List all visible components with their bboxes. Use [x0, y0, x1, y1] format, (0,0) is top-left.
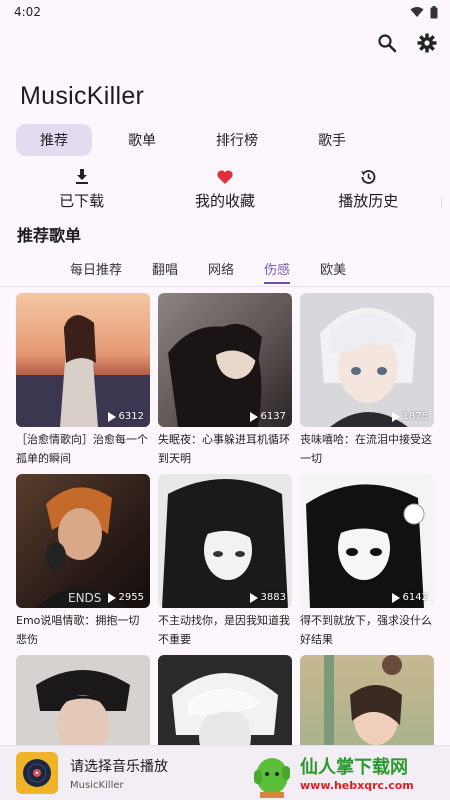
playlist-card[interactable]: 6312 ［治愈情歌向］治愈每一个孤单的瞬间 [16, 293, 150, 468]
playlist-title: 失眠夜：心事躲进耳机循环到天明 [158, 433, 290, 465]
playlist-title: 丧味嘻哈：在流泪中接受这一切 [300, 433, 432, 465]
vinyl-icon [23, 759, 51, 787]
album-art [16, 752, 58, 794]
divider [441, 198, 442, 208]
playlist-card[interactable]: 6142 得不到就放下，强求没什么好结果 [300, 474, 434, 649]
gear-icon[interactable] [414, 30, 440, 56]
category-network[interactable]: 网络 [193, 254, 249, 282]
quick-actions: 已下载 我的收藏 播放历史 [0, 168, 450, 211]
status-bar: 4:02 [0, 0, 450, 24]
play-icon [107, 592, 116, 603]
cactus-icon [254, 757, 290, 798]
play-icon [107, 411, 116, 422]
playlist-grid: 6312 ［治愈情歌向］治愈每一个孤单的瞬间 6137 失眠夜：心事躲进耳机循环… [16, 293, 436, 745]
play-count: 6137 [249, 411, 286, 422]
play-count: 1875 [391, 411, 428, 422]
playlist-cover: 1875 [300, 293, 434, 427]
player-subtitle: MusicKiller [70, 779, 124, 791]
main-tabs: 推荐 歌单 排行榜 歌手 [16, 124, 382, 156]
play-count: 6142 [391, 592, 428, 603]
watermark-name: 仙人掌下载网 [300, 757, 408, 778]
tab-playlists[interactable]: 歌单 [104, 124, 180, 156]
downloaded-label: 已下载 [59, 192, 105, 210]
play-count: 2955 [107, 592, 144, 603]
watermark: 仙人掌下载网 www.hebxqrc.com [250, 745, 450, 800]
play-icon [391, 592, 400, 603]
top-actions [374, 30, 440, 56]
battery-icon [430, 5, 438, 18]
play-icon [249, 411, 258, 422]
svg-text:ENDS: ENDS [68, 591, 101, 605]
playlist-cover: 3883 [158, 474, 292, 608]
play-count: 3883 [249, 592, 286, 603]
play-count: 6312 [107, 411, 144, 422]
playlist-cover: 6137 [158, 293, 292, 427]
playlist-card[interactable] [16, 655, 150, 745]
watermark-url: www.hebxqrc.com [300, 779, 414, 792]
history-label: 播放历史 [338, 192, 399, 210]
playlist-title: 得不到就放下，强求没什么好结果 [300, 614, 432, 646]
wifi-icon [410, 7, 424, 17]
playlist-cover [158, 655, 292, 745]
search-icon[interactable] [374, 30, 400, 56]
playlist-cover: 6142 [300, 474, 434, 608]
downloaded-button[interactable]: 已下载 [17, 168, 147, 211]
history-icon [361, 170, 376, 184]
playlist-card[interactable]: 6137 失眠夜：心事躲进耳机循环到天明 [158, 293, 292, 468]
player-info: 请选择音乐播放 MusicKiller [70, 756, 168, 791]
app-title: MusicKiller [20, 82, 145, 110]
category-tabs: 每日推荐 翻唱 网络 伤感 欧美 [55, 254, 361, 284]
category-sad[interactable]: 伤感 [249, 254, 305, 284]
tab-charts[interactable]: 排行榜 [192, 124, 282, 156]
tab-singers[interactable]: 歌手 [294, 124, 370, 156]
download-icon [75, 169, 88, 184]
play-icon [391, 411, 400, 422]
status-time: 4:02 [14, 5, 41, 19]
playlist-title: Emo说唱情歌：拥抱一切悲伤 [16, 614, 140, 646]
history-button[interactable]: 播放历史 [303, 168, 433, 211]
section-title: 推荐歌单 [17, 226, 82, 245]
favorites-button[interactable]: 我的收藏 [160, 168, 290, 211]
play-icon [249, 592, 258, 603]
tab-recommend[interactable]: 推荐 [16, 124, 92, 156]
category-cover[interactable]: 翻唱 [137, 254, 193, 282]
playlist-cover: ENDS 2955 [16, 474, 150, 608]
category-daily[interactable]: 每日推荐 [55, 254, 137, 282]
playlist-card[interactable] [158, 655, 292, 745]
heart-icon [217, 170, 233, 184]
playlist-cover: 6312 [16, 293, 150, 427]
status-icons [410, 5, 438, 19]
playlist-card[interactable]: 3883 不主动找你，是因我知道我不重要 [158, 474, 292, 649]
player-title: 请选择音乐播放 [70, 758, 168, 775]
category-western[interactable]: 欧美 [305, 254, 361, 282]
playlist-card[interactable]: 1875 丧味嘻哈：在流泪中接受这一切 [300, 293, 434, 468]
playlist-cover [16, 655, 150, 745]
playlist-card[interactable] [300, 655, 434, 745]
watermark-text: 仙人掌下载网 www.hebxqrc.com [300, 753, 414, 792]
playlist-title: 不主动找你，是因我知道我不重要 [158, 614, 290, 646]
divider [0, 286, 450, 287]
playlist-cover [300, 655, 434, 745]
playlist-card[interactable]: ENDS 2955 Emo说唱情歌：拥抱一切悲伤 [16, 474, 150, 649]
playlist-title: ［治愈情歌向］治愈每一个孤单的瞬间 [16, 433, 148, 465]
favorites-label: 我的收藏 [194, 192, 255, 210]
